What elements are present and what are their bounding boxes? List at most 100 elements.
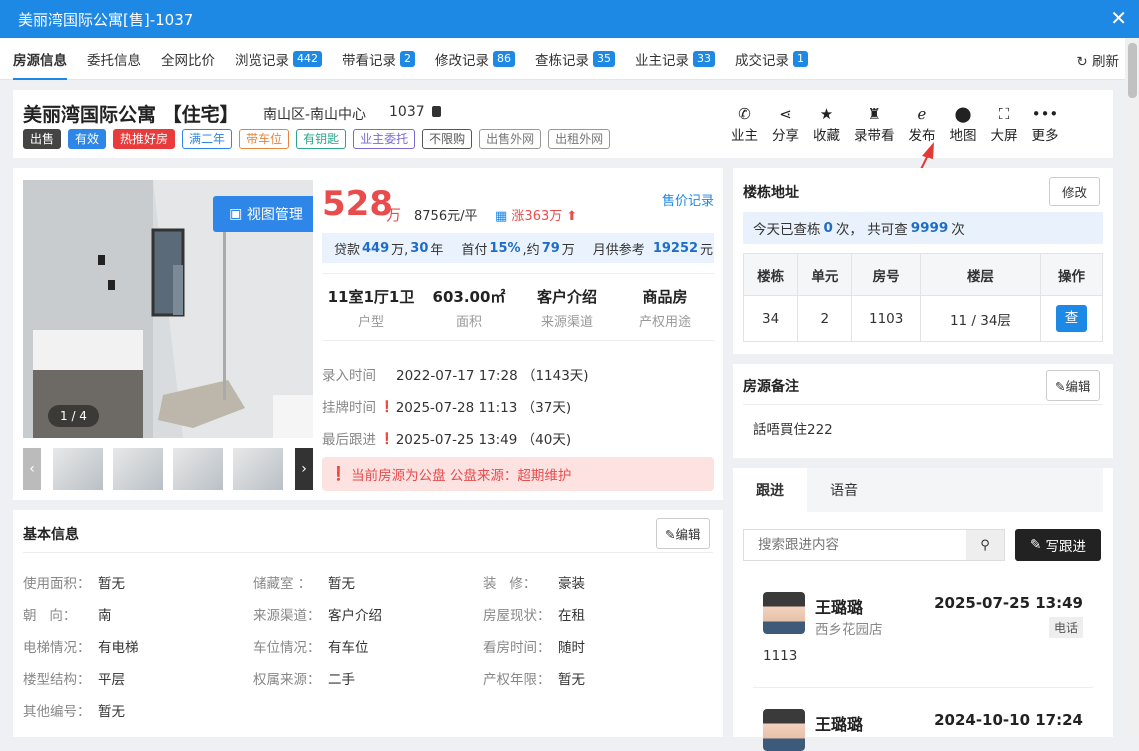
time-row: 挂牌时间 ❗ 2025-07-28 11:13 （37天) [322, 390, 589, 422]
time-row: 最后跟进 ❗ 2025-07-25 13:49 （40天) [322, 422, 589, 454]
action-more[interactable]: ••• 更多 [1032, 104, 1059, 144]
info-label: 权属来源： [253, 672, 321, 688]
action-label: 录带看 [854, 128, 895, 144]
tab-item[interactable]: 查栋记录 35 [535, 38, 615, 80]
basic-info-title: 基本信息 [23, 527, 79, 543]
info-cell: 其他编号： 暂无 [23, 700, 253, 720]
action-fullscreen[interactable]: ⛶ 大屏 [991, 104, 1018, 144]
next-arrow-icon[interactable]: › [295, 448, 313, 490]
tab-item[interactable]: 成交记录 1 [735, 38, 808, 80]
avatar [763, 709, 805, 751]
thumbnail[interactable] [233, 448, 283, 490]
tab-item[interactable]: 带看记录 2 [342, 38, 415, 80]
unit-price: 8756元/平 [414, 209, 478, 224]
action-phone[interactable]: ✆ 业主 [731, 104, 758, 144]
follow-search: ⚲ [743, 529, 1005, 561]
window-titlebar: 美丽湾国际公寓[售]-1037 ✕ [0, 0, 1139, 38]
stat-item: 11室1厅1卫 户型 [322, 286, 420, 330]
pencil-icon: ✎ [1055, 379, 1066, 394]
time-list: 录入时间 2022-07-17 17:28 （1143天) 挂牌时间 ❗ 2025-07… [322, 358, 589, 454]
query-button[interactable]: 查 [1055, 305, 1087, 332]
stat-label: 户型 [357, 315, 384, 330]
scrollbar-thumb[interactable] [1128, 43, 1137, 98]
table-header-row: 楼栋 单元 房号 楼层 操作 [742, 253, 1104, 296]
property-photo[interactable]: ▣ 视图管理 1 / 4 [23, 180, 313, 438]
star-icon: ★ [819, 105, 834, 123]
tab-item[interactable]: 全网比价 [161, 38, 215, 80]
follow-search-input[interactable] [744, 530, 966, 560]
close-icon[interactable]: ✕ [1110, 6, 1127, 30]
record-icon: ♜ [867, 105, 881, 123]
stat-item: 客户介绍 来源渠道 [518, 286, 616, 330]
action-publish[interactable]: ℯ 发布 [909, 104, 936, 144]
info-value: 平层 [98, 672, 125, 688]
modify-button[interactable]: 修改 [1049, 177, 1101, 206]
fullscreen-icon: ⛶ [998, 105, 1010, 123]
tab-item[interactable]: 浏览记录 442 [235, 38, 322, 80]
table-header: 单元 [797, 253, 853, 296]
action-share[interactable]: ⋖ 分享 [772, 104, 799, 144]
building-address-panel: 楼栋地址 修改 今天已查栋 0 次， 共可查 9999 次 楼栋 单元 房号 楼层 操作 34 2… [733, 168, 1113, 354]
info-value: 客户介绍 [328, 608, 382, 624]
copy-icon[interactable] [432, 106, 441, 117]
tab-item[interactable]: 修改记录 86 [435, 38, 515, 80]
info-value: 在租 [558, 608, 585, 624]
info-cell: 产权年限： 暂无 [483, 668, 713, 688]
refresh-button[interactable]: ↻ 刷新 [1076, 50, 1119, 70]
search-icon[interactable]: ⚲ [966, 530, 1004, 560]
action-label: 业主 [731, 128, 758, 144]
follow-type-badge: 电话 [1048, 617, 1083, 638]
info-label: 电梯情况： [23, 640, 91, 656]
thumbnail[interactable] [113, 448, 163, 490]
tab-voice[interactable]: 语音 [807, 468, 881, 512]
edit-note-button[interactable]: ✎编辑 [1046, 370, 1100, 401]
map-pin-icon: ⬤ [954, 105, 972, 123]
info-icon: ❗ [380, 431, 394, 445]
info-row: 使用面积： 暂无 储藏室 ：暂无装 修： 豪装 [23, 566, 713, 598]
info-value: 随时 [558, 640, 585, 656]
price-unit: 万 [386, 206, 402, 224]
view-manage-button[interactable]: ▣ 视图管理 [213, 196, 313, 232]
tab-label: 修改记录 [435, 52, 489, 69]
loan-info: 贷款 449 万, 30 年 首付 15% ,约 79 万 月供参考 19252 元 [322, 233, 714, 263]
table-header: 操作 [1039, 253, 1104, 296]
tab-item[interactable]: 业主记录 33 [635, 38, 715, 80]
total-price: 528 [322, 184, 393, 224]
action-record[interactable]: ♜ 录带看 [854, 104, 895, 144]
tab-item[interactable]: 委托信息 [87, 38, 141, 80]
edit-basic-button[interactable]: ✎编辑 [656, 518, 710, 549]
tab-label: 成交记录 [735, 52, 789, 69]
thumbnail[interactable] [53, 448, 103, 490]
pencil-icon: ✎ [1029, 537, 1046, 553]
main-info-panel: ▣ 视图管理 1 / 4 ‹ › 528 万 8756元/平 ▦ 涨363万 ⬆… [13, 168, 723, 500]
share-icon: ⋖ [779, 105, 792, 123]
prev-arrow-icon[interactable]: ‹ [23, 448, 41, 490]
action-map-pin[interactable]: ⬤ 地图 [950, 104, 977, 144]
follow-tabs: 跟进 语音 [733, 468, 1103, 512]
tab-item[interactable]: 房源信息 [13, 38, 67, 80]
info-label: 使用面积： [23, 576, 91, 592]
follow-date: 2024-10-10 17:24 [934, 711, 1083, 729]
stat-item: 商品房 产权用途 [616, 286, 714, 330]
follow-entry: 王璐璐 2025-07-25 13:49 西乡花园店 电话 1113 [753, 592, 1093, 688]
tab-count-badge: 86 [493, 50, 515, 67]
time-value: 2025-07-25 13:49 （40天) [395, 432, 572, 448]
status-tag: 出租外网 [548, 129, 611, 149]
tab-count-badge: 442 [293, 50, 322, 67]
property-header: 美丽湾国际公寓 【住宅】 南山区-南山中心 1037 出售 有效 热推好房 满二年 带车… [13, 90, 1113, 158]
price-record-link[interactable]: 售价记录 [662, 190, 714, 209]
tab-follow[interactable]: 跟进 [733, 468, 807, 512]
building-table: 楼栋 单元 房号 楼层 操作 34 2 1103 11 / 34层查 [742, 253, 1104, 342]
follow-content: 1113 [763, 648, 798, 664]
write-follow-button[interactable]: ✎ 写跟进 [1015, 529, 1101, 561]
table-row: 34 2 1103 11 / 34层查 [742, 295, 1104, 342]
info-label: 楼型结构： [23, 672, 91, 688]
scrollbar[interactable] [1125, 38, 1139, 737]
action-star[interactable]: ★ 收藏 [813, 104, 840, 144]
window-title: 美丽湾国际公寓[售]-1037 [18, 10, 194, 29]
info-cell: 来源渠道： 客户介绍 [253, 604, 483, 624]
up-arrow-icon: ⬆ [562, 209, 578, 224]
info-label: 装 修： [483, 576, 537, 592]
thumbnail[interactable] [173, 448, 223, 490]
more-icon: ••• [1031, 105, 1059, 123]
